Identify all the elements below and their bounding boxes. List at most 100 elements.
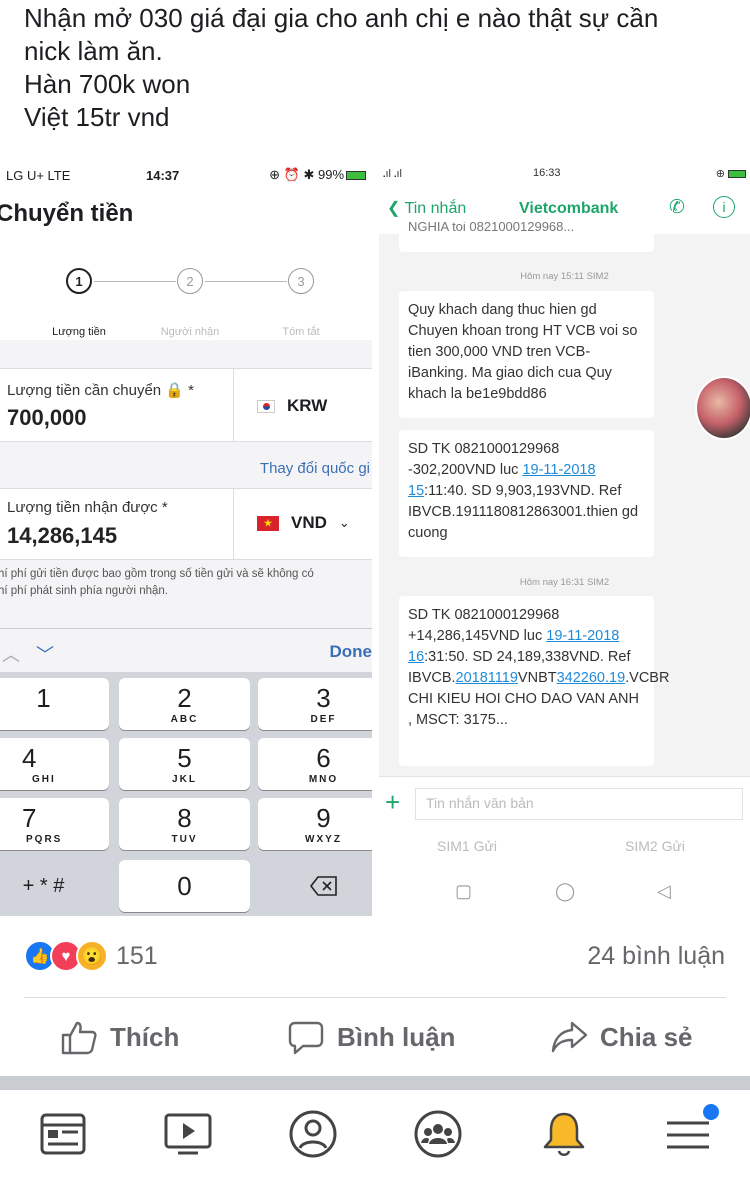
message-text: NGHIA toi 0821000129968... <box>408 222 575 234</box>
signal-icon: ᎐ıl ᎐ıl <box>383 167 402 180</box>
keyboard-toolbar: ︿ ﹀ Done <box>0 628 372 672</box>
timestamp: Hôm nay 16:31 SIM2 <box>519 577 610 588</box>
key-digit: 3 <box>316 683 331 713</box>
key-digit: 0 <box>177 871 192 901</box>
change-country-link[interactable]: Thay đổi quốc gi <box>260 460 370 477</box>
chevron-up-icon[interactable]: ︿ <box>2 641 20 667</box>
message-bubble[interactable]: SD TK 0821000129968 +14,286,145VND luc 1… <box>399 596 669 766</box>
post-line-4: Việt 15tr vnd <box>24 102 170 132</box>
page-title: Chuyển tiền <box>0 200 134 227</box>
notification-dot <box>703 1104 719 1120</box>
profile-icon <box>289 1110 337 1158</box>
step-connector <box>94 281 176 282</box>
comment-label: Bình luận <box>337 1021 456 1052</box>
comments-count[interactable]: 24 bình luận <box>587 942 725 971</box>
vietnam-flag-icon: ★ <box>257 515 279 531</box>
status-right: ⊕ ⏰ ✱ 99% <box>256 167 366 183</box>
key-digit: + * # <box>22 875 65 897</box>
sms-text-input[interactable]: Tin nhắn văn bản <box>415 788 743 820</box>
info-icon[interactable]: i <box>713 196 735 218</box>
floating-avatar[interactable] <box>695 376 750 440</box>
chevron-down-icon[interactable]: ﹀ <box>36 641 54 667</box>
key-3[interactable]: 3 DEF <box>258 678 372 730</box>
tab-profile[interactable] <box>287 1108 339 1160</box>
comment-button[interactable]: Bình luận <box>287 1018 455 1056</box>
key-letters: DEF <box>310 714 337 725</box>
message-text: SD TK 0821000129968 +14,286,145VND luc <box>408 607 560 644</box>
key-5[interactable]: 5 JKL <box>119 738 250 790</box>
step-2: 2 <box>177 268 203 294</box>
bell-icon <box>543 1112 585 1156</box>
phone-icon[interactable]: ✆ <box>669 196 685 219</box>
timestamp: Hôm nay 15:11 SIM2 <box>520 271 609 282</box>
key-digit: 9 <box>316 803 331 833</box>
key-7[interactable]: 7 PQRS <box>0 798 109 850</box>
right-screenshot[interactable]: ᎐ıl ᎐ıl 16:33 ⊕ ❮ Tin nhắn Vietcombank ✆… <box>379 162 750 916</box>
sim1-send-button[interactable]: SIM1 Gửi <box>437 838 497 854</box>
alarm-icon: ⊕ <box>715 167 728 180</box>
receive-amount-label: Lượng tiền nhận được * <box>7 499 168 516</box>
send-amount-value[interactable]: 700,000 <box>7 405 87 431</box>
plus-icon[interactable]: + <box>385 787 400 818</box>
right-status-bar: ᎐ıl ᎐ıl 16:33 ⊕ <box>379 162 750 184</box>
key-0[interactable]: 0 <box>119 860 250 912</box>
groups-icon <box>414 1110 462 1158</box>
step-connector <box>205 281 287 282</box>
backspace-icon <box>309 876 337 896</box>
home-icon[interactable]: ◯ <box>555 881 575 902</box>
left-screenshot[interactable]: LG U+ LTE 14:37 ⊕ ⏰ ✱ 99% Chuyển tiền 1 … <box>0 162 372 916</box>
tab-news-feed[interactable] <box>37 1108 89 1160</box>
number-link[interactable]: 20181119 <box>456 670 518 686</box>
key-digit: 1 <box>36 683 51 713</box>
carrier-label: LG U+ LTE <box>6 167 71 183</box>
key-2[interactable]: 2 ABC <box>119 678 250 730</box>
key-1[interactable]: 1 <box>0 678 109 730</box>
post-line-3: Hàn 700k won <box>24 69 191 99</box>
step-3: 3 <box>288 268 314 294</box>
key-4[interactable]: 4 GHI <box>0 738 109 790</box>
section-divider <box>0 1076 750 1090</box>
key-letters: JKL <box>172 774 197 785</box>
tab-notifications[interactable] <box>538 1108 590 1160</box>
key-letters: MNO <box>308 774 339 785</box>
key-symbols[interactable]: + * # <box>0 860 109 912</box>
key-8[interactable]: 8 TUV <box>119 798 250 850</box>
sim2-send-button[interactable]: SIM2 Gửi <box>625 838 685 854</box>
chevron-left-icon: ❮ <box>387 200 405 217</box>
back-icon[interactable]: ◁ <box>657 881 671 902</box>
done-button[interactable]: Done <box>330 642 373 662</box>
send-amount-field[interactable]: Lượng tiền cần chuyển 🔒 * 700,000 KRW <box>0 368 372 442</box>
receive-amount-value[interactable]: 14,286,145 <box>7 523 117 549</box>
back-button[interactable]: ❮ Tin nhắn <box>387 198 466 218</box>
key-6[interactable]: 6 MNO <box>258 738 372 790</box>
fee-line-1: hí phí gửi tiền được bao gồm trong số ti… <box>0 568 314 580</box>
fee-note: hí phí gửi tiền được bao gồm trong số ti… <box>0 566 372 600</box>
tab-watch[interactable] <box>162 1108 214 1160</box>
key-9[interactable]: 9 WXYZ <box>258 798 372 850</box>
reactions-summary[interactable]: 👍 ♥ 😮 151 <box>24 940 158 972</box>
receive-currency-select[interactable]: ★ VND ⌄ <box>257 513 350 533</box>
key-digit: 2 <box>177 683 192 713</box>
send-currency-select[interactable]: KRW <box>257 396 327 416</box>
message-bubble[interactable]: Quy khach dang thuc hien gd Chuyen khoan… <box>399 291 654 418</box>
field-divider <box>233 489 234 559</box>
share-icon <box>551 1021 588 1053</box>
news-feed-icon <box>40 1113 86 1155</box>
back-label: Tin nhắn <box>404 200 467 217</box>
korea-flag-icon <box>257 399 275 413</box>
android-nav-bar: ▢ ◯ ◁ <box>379 866 750 916</box>
receive-amount-field[interactable]: Lượng tiền nhận được * 14,286,145 ★ VND … <box>0 488 372 560</box>
key-letters: ABC <box>170 714 199 725</box>
share-button[interactable]: Chia sẻ <box>550 1018 693 1056</box>
like-button[interactable]: Thích <box>60 1018 179 1056</box>
tab-groups[interactable] <box>412 1108 464 1160</box>
battery-icon <box>346 171 366 181</box>
reaction-count: 151 <box>116 941 158 970</box>
send-buttons: SIM1 Gửi SIM2 Gửi <box>379 828 750 866</box>
message-bubble[interactable]: SD TK 0821000129968 -302,200VND luc 19-1… <box>399 430 654 557</box>
backspace-key[interactable] <box>258 860 372 912</box>
number-link[interactable]: 342260.19 <box>557 670 626 686</box>
key-digit: 6 <box>316 743 331 773</box>
numeric-keypad: 1 2 ABC 3 DEF 4 GHI 5 JKL 6 MNO 7 PQRS 8 TUV 9W… <box>0 672 372 916</box>
recents-icon[interactable]: ▢ <box>455 881 472 902</box>
